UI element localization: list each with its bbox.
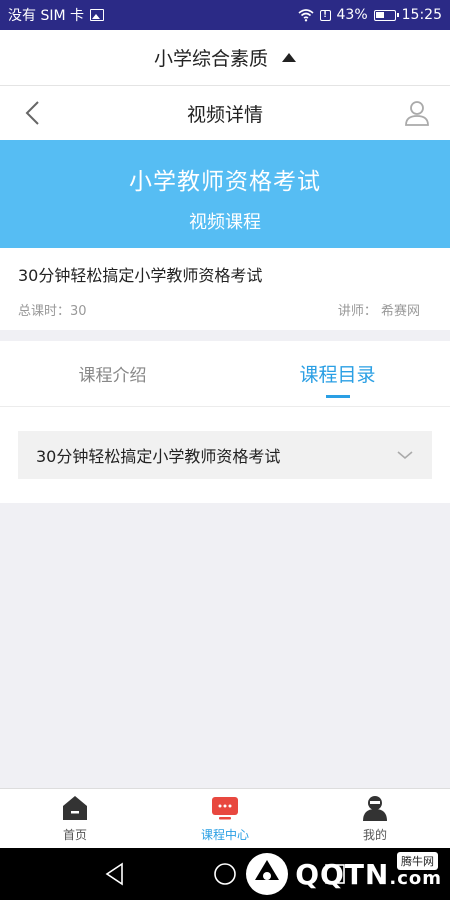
catalog-list: 30分钟轻松搞定小学教师资格考试: [0, 407, 450, 503]
home-icon: [63, 796, 87, 820]
bottom-tab-mine[interactable]: 我的: [300, 789, 450, 848]
status-left: 没有 SIM 卡: [8, 5, 104, 25]
tab-course-catalog[interactable]: 课程目录: [225, 341, 450, 406]
banner-subtitle: 视频课程: [189, 212, 261, 233]
chevron-down-icon[interactable]: [396, 446, 414, 464]
course-name: 30分钟轻松搞定小学教师资格考试: [18, 266, 263, 285]
bottom-tab-course-center[interactable]: 课程中心: [150, 789, 300, 848]
total-lessons: 总课时：30: [18, 304, 87, 319]
catalog-item-label: 30分钟轻松搞定小学教师资格考试: [36, 447, 281, 466]
status-bar: 没有 SIM 卡 ! 43% 15:25: [0, 0, 450, 30]
nav-bar: 视频详情: [0, 86, 450, 140]
carrier-text: 没有 SIM 卡: [8, 8, 84, 24]
battery-percent: 43%: [336, 7, 368, 23]
system-back-icon[interactable]: [102, 861, 128, 887]
course-meta: 总课时：30 讲师： 希赛网: [18, 300, 432, 319]
course-info: 30分钟轻松搞定小学教师资格考试 总课时：30 讲师： 希赛网: [0, 248, 450, 330]
status-right: ! 43% 15:25: [297, 7, 442, 23]
bottom-tab-bar: 首页 课程中心 我的: [0, 788, 450, 848]
triangle-up-icon[interactable]: [282, 53, 296, 62]
banner-title: 小学教师资格考试: [129, 169, 321, 195]
profile-icon: [363, 796, 387, 821]
chevron-left-icon[interactable]: [20, 99, 48, 127]
tab-course-intro[interactable]: 课程介绍: [0, 341, 225, 406]
clock: 15:25: [401, 7, 442, 23]
category-selector[interactable]: 小学综合素质: [0, 30, 450, 86]
bottom-tab-home-label: 首页: [62, 828, 87, 842]
watermark: QQTN.com 腾牛网: [243, 848, 442, 900]
course-banner: 小学教师资格考试 视频课程: [0, 140, 450, 248]
watermark-logo-icon: [246, 853, 289, 895]
wifi-icon: [297, 9, 314, 22]
bottom-tab-course-center-label: 课程中心: [200, 828, 249, 842]
category-title[interactable]: 小学综合素质: [154, 44, 268, 71]
catalog-item[interactable]: 30分钟轻松搞定小学教师资格考试: [18, 431, 432, 479]
detail-tabs: 课程介绍 课程目录: [0, 341, 450, 407]
user-icon[interactable]: [402, 98, 432, 128]
alert-icon: !: [319, 9, 331, 21]
watermark-badge: 腾牛网: [397, 852, 438, 870]
page-title: 视频详情: [186, 103, 263, 126]
system-home-icon[interactable]: [212, 861, 238, 887]
lecturer: 讲师： 希赛网: [337, 304, 420, 319]
tv-icon: [212, 797, 238, 820]
battery-icon: [373, 9, 399, 21]
bottom-tab-mine-label: 我的: [362, 828, 387, 842]
bottom-tab-home[interactable]: 首页: [0, 789, 150, 848]
image-notification-icon: [90, 9, 104, 21]
